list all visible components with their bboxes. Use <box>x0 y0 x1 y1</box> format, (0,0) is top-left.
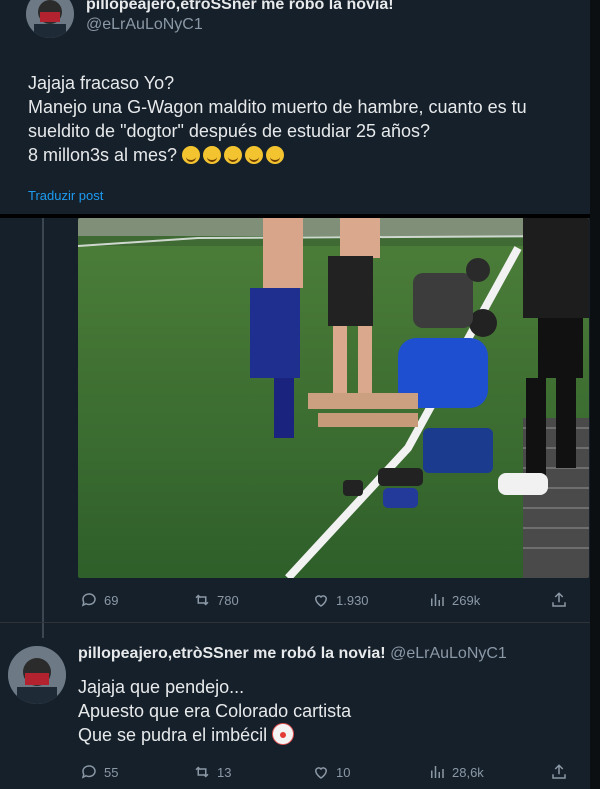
translate-link[interactable]: Traduzir post <box>28 188 103 203</box>
share-button[interactable] <box>550 591 568 609</box>
retweet-button[interactable]: 780 <box>193 591 239 609</box>
tweet-line: Jajaja fracaso Yo? <box>28 73 175 93</box>
retweet-count: 780 <box>217 592 239 608</box>
action-bar: 69 780 1.930 269k <box>0 588 590 612</box>
tweet-line: sueldito de "dogtor" después de estudiar… <box>28 121 431 141</box>
clown-emoji-icon <box>272 723 295 745</box>
laughing-emoji-icon <box>266 146 285 164</box>
reply-header: pillopeajero,etròSSner me robó la novia!… <box>78 645 507 663</box>
author-handle[interactable]: @eLrAuLoNyC1 <box>86 16 203 34</box>
laughing-emoji-icon <box>224 146 243 164</box>
reply-count: 69 <box>104 592 119 608</box>
like-icon <box>314 595 328 607</box>
author-name[interactable]: pillopeajero,etròSSner me robó la novia! <box>86 0 394 14</box>
retweet-icon <box>195 766 209 778</box>
soccer-field-image <box>78 218 589 578</box>
quoted-tweet-card: pillopeajero,etròSSner me robó la novia!… <box>0 0 592 218</box>
share-icon <box>552 592 566 607</box>
tweet-line: Jajaja que pendejo... <box>78 677 245 697</box>
reply-button[interactable]: 69 <box>80 591 118 609</box>
like-count: 1.930 <box>336 592 369 608</box>
tweet-line: Que se pudra el imbécil <box>78 723 583 747</box>
laughing-emoji-icon <box>203 146 222 164</box>
thread-line <box>42 218 44 638</box>
like-icon <box>314 767 328 779</box>
post-photo[interactable] <box>78 218 589 578</box>
views-count: 28,6k <box>452 764 484 780</box>
views-count: 269k <box>452 592 481 608</box>
like-button[interactable]: 10 <box>312 763 350 781</box>
views-button[interactable]: 28,6k <box>428 763 484 781</box>
tweet-line: Apuesto que era Colorado cartista <box>78 701 352 721</box>
edge-divider <box>590 0 600 789</box>
laughing-emoji-icon <box>182 146 201 164</box>
tweet-line: Manejo una G-Wagon maldito muerto de ham… <box>28 97 527 117</box>
share-button[interactable] <box>550 763 568 781</box>
retweet-count: 13 <box>217 764 232 780</box>
divider <box>0 622 590 623</box>
reply-count: 55 <box>104 764 119 780</box>
reply-text: Jajaja que pendejo... Apuesto que era Co… <box>78 675 583 747</box>
reply-button[interactable]: 55 <box>80 763 118 781</box>
reply-icon <box>81 765 96 779</box>
retweet-icon <box>195 594 209 606</box>
avatar[interactable] <box>8 646 66 704</box>
like-button[interactable]: 1.930 <box>312 591 369 609</box>
reply-icon <box>81 593 96 607</box>
views-button[interactable]: 269k <box>428 591 480 609</box>
author-handle[interactable]: @eLrAuLoNyC1 <box>390 645 507 662</box>
action-bar: 55 13 10 28,6k <box>0 760 590 784</box>
tweet-text: Jajaja fracaso Yo? Manejo una G-Wagon ma… <box>28 71 583 167</box>
author-name[interactable]: pillopeajero,etròSSner me robó la novia! <box>78 645 386 662</box>
views-icon <box>431 766 444 778</box>
tweet-line: 8 millon3s al mes? <box>28 143 583 167</box>
share-icon <box>552 764 566 779</box>
like-count: 10 <box>336 764 351 780</box>
avatar[interactable] <box>26 0 74 38</box>
laughing-emoji-icon <box>245 146 264 164</box>
retweet-button[interactable]: 13 <box>193 763 231 781</box>
views-icon <box>431 594 444 606</box>
